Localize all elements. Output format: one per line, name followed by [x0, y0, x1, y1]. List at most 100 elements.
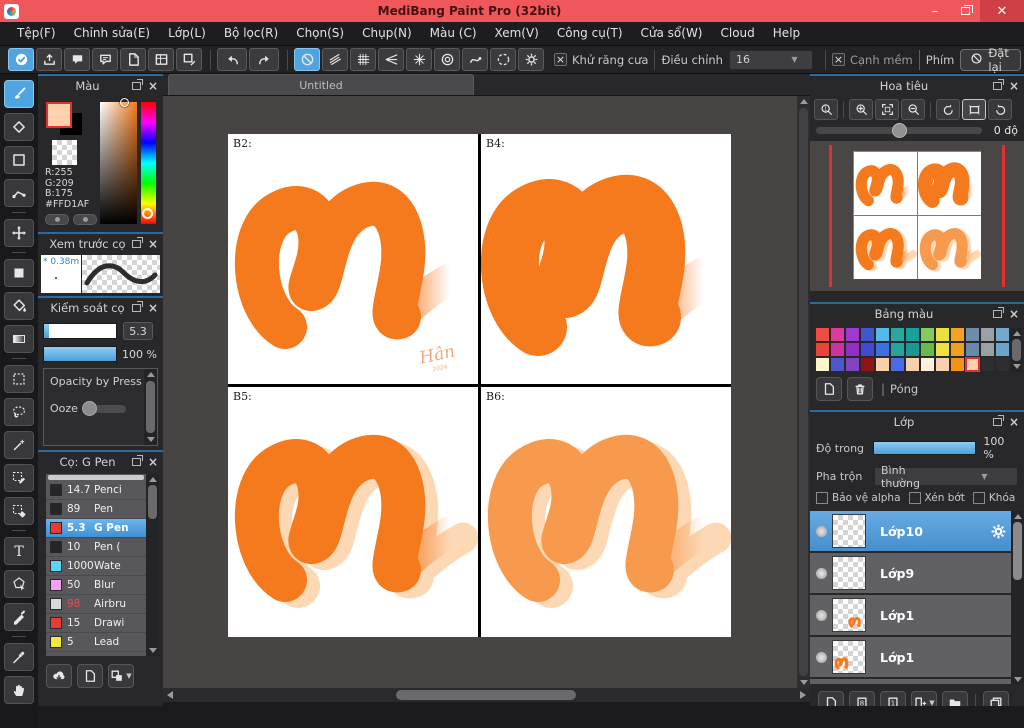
- antialias-checkbox[interactable]: ×: [554, 53, 567, 66]
- new-brush-button[interactable]: [77, 664, 103, 688]
- palette-swatch[interactable]: [891, 343, 904, 356]
- close-button[interactable]: ✕: [980, 0, 1024, 22]
- sv-picker-handle[interactable]: [120, 98, 129, 107]
- menu-item-xemv[interactable]: Xem(V): [486, 22, 548, 45]
- popout-icon[interactable]: [131, 237, 143, 248]
- brush-row[interactable]: 5 Lead: [46, 633, 146, 652]
- minimize-button[interactable]: –: [920, 0, 950, 22]
- scroll-up-icon[interactable]: [148, 477, 157, 482]
- menu-item-cloud[interactable]: Cloud: [712, 22, 764, 45]
- menu-item-cngct[interactable]: Công cụ(T): [548, 22, 632, 45]
- tool-shape-rect[interactable]: [4, 146, 34, 174]
- palette-swatch[interactable]: [981, 358, 994, 371]
- brush-option-row[interactable]: Opacity by Press: [50, 375, 144, 388]
- brush-row[interactable]: 1000 Wate: [46, 557, 146, 576]
- zoom-out-button[interactable]: [901, 99, 925, 120]
- scroll-thumb[interactable]: [396, 690, 576, 700]
- tool-magic-wand[interactable]: [4, 431, 34, 459]
- close-icon[interactable]: ×: [1009, 80, 1019, 92]
- scroll-down-icon[interactable]: [146, 437, 155, 442]
- palette-swatch[interactable]: [966, 343, 979, 356]
- soft-edge-checkbox[interactable]: ×: [831, 53, 845, 66]
- scroll-thumb[interactable]: [146, 381, 155, 433]
- undo-button[interactable]: [217, 48, 247, 71]
- palette-swatch[interactable]: [891, 358, 904, 371]
- tool-hand[interactable]: [4, 676, 34, 704]
- brush-list-scrollbar[interactable]: [146, 474, 159, 656]
- snap-radial-button[interactable]: [406, 48, 432, 71]
- delete-color-button[interactable]: [847, 377, 873, 401]
- close-icon[interactable]: ×: [148, 302, 158, 314]
- snap-concentric-button[interactable]: [434, 48, 460, 71]
- add-color-button[interactable]: [816, 377, 842, 401]
- palette-swatch[interactable]: [816, 328, 829, 341]
- new-8bit-layer-button[interactable]: 8: [849, 691, 875, 706]
- palette-swatch[interactable]: [965, 357, 980, 372]
- scroll-thumb[interactable]: [1013, 522, 1022, 580]
- palette-swatch[interactable]: [906, 328, 919, 341]
- tool-object-select[interactable]: [4, 570, 34, 598]
- popout-icon[interactable]: [131, 455, 143, 466]
- menu-item-help[interactable]: Help: [764, 22, 809, 45]
- scroll-down-icon[interactable]: [1013, 677, 1022, 682]
- layer-list-scrollbar[interactable]: [1011, 511, 1024, 685]
- layer-visibility-toggle[interactable]: [810, 651, 832, 663]
- zoom-actual-button[interactable]: 1: [814, 99, 838, 120]
- rotate-right-button[interactable]: [988, 99, 1012, 120]
- tool-text[interactable]: T: [4, 537, 34, 565]
- scroll-left-icon[interactable]: [167, 691, 173, 699]
- popout-icon[interactable]: [131, 79, 143, 90]
- brush-row[interactable]: 15 Drawi: [46, 614, 146, 633]
- palette-swatch[interactable]: [816, 358, 829, 371]
- tool-lasso[interactable]: [4, 398, 34, 426]
- close-icon[interactable]: ×: [148, 80, 158, 92]
- layer-row[interactable]: Lớp10: [810, 511, 1011, 551]
- palette-swatch[interactable]: [996, 343, 1009, 356]
- blend-mode-dropdown[interactable]: Bình thường ▼: [874, 464, 1018, 490]
- palette-swatch[interactable]: [906, 358, 919, 371]
- close-icon[interactable]: ×: [1009, 308, 1019, 320]
- palette-swatch[interactable]: [906, 343, 919, 356]
- brush-size-slider[interactable]: [43, 323, 117, 339]
- hue-bar[interactable]: [141, 102, 156, 224]
- scroll-up-icon[interactable]: [1013, 514, 1022, 519]
- restore-button[interactable]: [950, 0, 980, 22]
- brush-row[interactable]: 10 Pen (: [46, 538, 146, 557]
- foreground-color-swatch[interactable]: [46, 102, 72, 128]
- layer-row[interactable]: Lớp1: [810, 637, 1011, 677]
- scroll-thumb[interactable]: [1012, 339, 1021, 361]
- rotate-reset-button[interactable]: [962, 99, 986, 120]
- material-button[interactable]: [176, 48, 202, 71]
- alpha-protect-checkbox[interactable]: [816, 492, 828, 504]
- zoom-fit-button[interactable]: [875, 99, 899, 120]
- snap-ellipse-button[interactable]: [490, 48, 516, 71]
- menu-item-chnhsae[interactable]: Chỉnh sửa(E): [65, 22, 160, 45]
- palette-swatch[interactable]: [936, 343, 949, 356]
- brush-row[interactable]: 98 Airbru: [46, 595, 146, 614]
- cloud-download-button[interactable]: [46, 664, 72, 688]
- layer-visibility-toggle[interactable]: [810, 567, 832, 579]
- popout-icon[interactable]: [992, 79, 1004, 90]
- new-layer-button[interactable]: [818, 691, 844, 706]
- palette-swatch[interactable]: [876, 343, 889, 356]
- palette-swatch[interactable]: [966, 328, 979, 341]
- tool-eraser[interactable]: [4, 113, 34, 141]
- palette-swatch[interactable]: [891, 328, 904, 341]
- menu-item-muc[interactable]: Màu (C): [421, 22, 486, 45]
- canvas-viewport[interactable]: B2: Hân 2024 B4: B5: B6:: [163, 96, 810, 688]
- snap-grid-button[interactable]: [350, 48, 376, 71]
- lock-checkbox[interactable]: [972, 492, 985, 504]
- snap-vanishing-button[interactable]: [378, 48, 404, 71]
- tool-brush[interactable]: [4, 80, 34, 108]
- palette-swatch[interactable]: [936, 328, 949, 341]
- scroll-right-icon[interactable]: [800, 691, 806, 699]
- scroll-up-icon[interactable]: [146, 372, 155, 377]
- close-icon[interactable]: ×: [148, 238, 158, 250]
- new-folder-button[interactable]: [942, 691, 968, 706]
- menu-item-blcr[interactable]: Bộ lọc(R): [215, 22, 287, 45]
- tool-select-pen[interactable]: [4, 464, 34, 492]
- popout-icon[interactable]: [992, 307, 1004, 318]
- palette-swatch[interactable]: [816, 343, 829, 356]
- new-1bit-layer-button[interactable]: 1: [880, 691, 906, 706]
- snap-settings-button[interactable]: [518, 48, 544, 71]
